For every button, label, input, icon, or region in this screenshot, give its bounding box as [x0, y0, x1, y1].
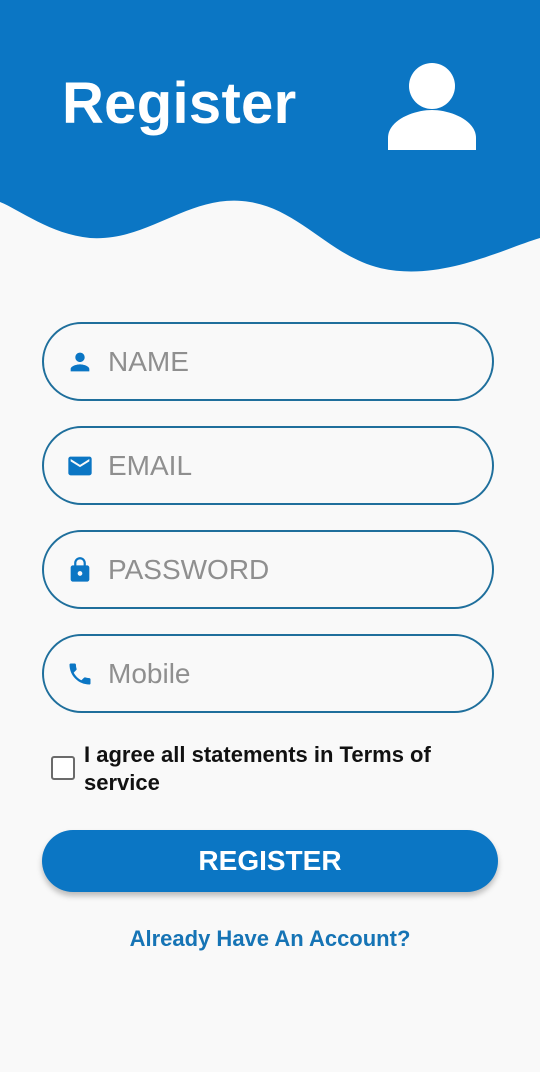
email-input[interactable] — [108, 449, 468, 482]
terms-label: I agree all statements in Terms of servi… — [84, 742, 431, 795]
already-have-account-link[interactable]: Already Have An Account? — [0, 926, 540, 952]
email-field[interactable] — [42, 426, 494, 505]
password-input[interactable] — [108, 553, 468, 586]
register-button[interactable]: REGISTER — [42, 830, 498, 892]
name-field[interactable] — [42, 322, 494, 401]
mail-icon — [68, 456, 92, 475]
password-field[interactable] — [42, 530, 494, 609]
person-avatar-icon — [388, 63, 476, 150]
lock-icon — [70, 556, 90, 582]
mobile-input[interactable] — [108, 657, 468, 690]
name-input[interactable] — [108, 345, 468, 378]
person-icon — [70, 352, 90, 371]
mobile-field[interactable] — [42, 634, 494, 713]
page-title: Register — [62, 71, 297, 136]
terms-checkbox[interactable] — [51, 756, 75, 780]
phone-icon — [69, 663, 91, 684]
